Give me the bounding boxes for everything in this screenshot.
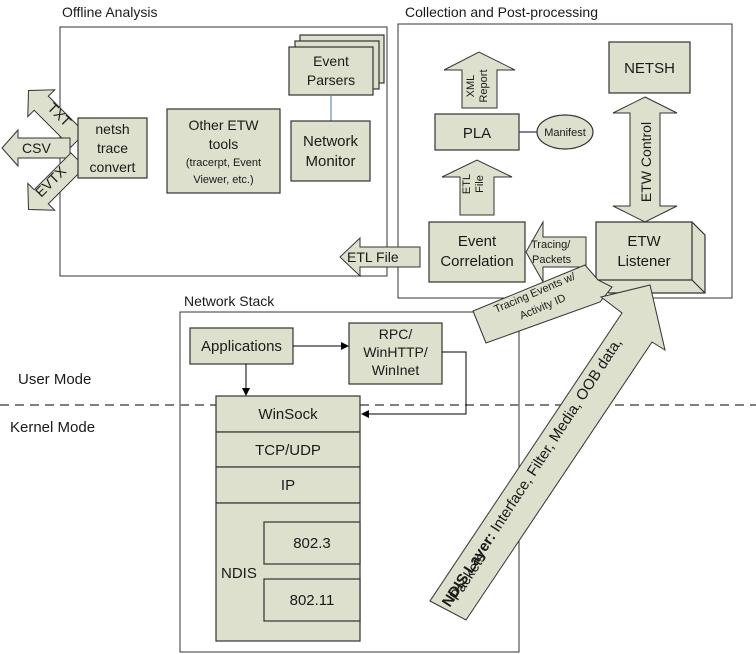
svg-text:convert: convert bbox=[90, 159, 136, 175]
xml-report-arrow: XML Report bbox=[443, 51, 516, 109]
etw-control-label: ETW Control bbox=[638, 122, 654, 202]
kernel-mode-label: Kernel Mode bbox=[10, 419, 95, 436]
svg-text:trace: trace bbox=[97, 140, 128, 156]
svg-text:Network: Network bbox=[303, 133, 359, 150]
apps-to-winsock-connector bbox=[242, 364, 250, 396]
other-etw-tools-box: Other ETW tools (tracerpt, Event Viewer,… bbox=[166, 108, 281, 194]
ndis-layer-detail-label: Interface, Filter, Media, OOB data, bbox=[485, 335, 625, 539]
svg-text:WinSock: WinSock bbox=[258, 406, 318, 423]
svg-text:File: File bbox=[474, 175, 486, 193]
svg-text:WinHTTP/: WinHTTP/ bbox=[363, 344, 428, 360]
etw-control-arrow: ETW Control bbox=[612, 96, 678, 223]
section-title-offline-analysis: Offline Analysis bbox=[62, 4, 157, 20]
svg-text:Event: Event bbox=[313, 53, 349, 69]
svg-text:802.11: 802.11 bbox=[290, 592, 335, 609]
svg-text:netsh: netsh bbox=[95, 121, 129, 137]
netsh-trace-convert-box: netsh trace convert bbox=[77, 117, 148, 179]
svg-text:Parsers: Parsers bbox=[307, 72, 355, 88]
section-title-network-stack: Network Stack bbox=[184, 293, 275, 309]
csv-label: CSV bbox=[22, 140, 51, 156]
svg-text:Tracing/: Tracing/ bbox=[531, 239, 571, 251]
network-monitor-box: Network Monitor bbox=[290, 120, 371, 182]
section-title-collection: Collection and Post-processing bbox=[405, 4, 598, 20]
manifest-ellipse: Manifest bbox=[536, 114, 594, 150]
svg-text:NETSH: NETSH bbox=[624, 60, 675, 77]
etw-network-tracing-diagram: Offline Analysis Collection and Post-pro… bbox=[0, 4, 756, 653]
etl-file-label: ETL File bbox=[347, 249, 399, 265]
svg-text:RPC/: RPC/ bbox=[379, 326, 413, 342]
ndis-layer-arrow: NDIS Layer: Interface, Filter, Media, OO… bbox=[429, 284, 666, 621]
applications-box: Applications bbox=[189, 327, 294, 365]
svg-text:Viewer, etc.): Viewer, etc.) bbox=[193, 174, 253, 186]
svg-text:tools: tools bbox=[209, 136, 239, 152]
netsh-box: NETSH bbox=[608, 41, 691, 94]
svg-text:802.3: 802.3 bbox=[293, 535, 331, 552]
etw-listener-box: ETW Listener bbox=[595, 221, 706, 294]
svg-text:WinInet: WinInet bbox=[372, 362, 420, 378]
svg-text:IP: IP bbox=[281, 477, 295, 494]
protocol-stack: WinSock TCP/UDP IP NDIS 802.3 802.11 bbox=[215, 395, 361, 642]
svg-text:XML: XML bbox=[465, 75, 477, 98]
svg-text:Correlation: Correlation bbox=[440, 253, 513, 270]
user-mode-label: User Mode bbox=[18, 371, 91, 388]
svg-text:Report: Report bbox=[478, 69, 490, 102]
svg-text:Packets: Packets bbox=[532, 254, 572, 266]
etl-file-up-arrow: ETL File bbox=[441, 159, 513, 216]
svg-text:Applications: Applications bbox=[201, 338, 282, 355]
svg-text:Listener: Listener bbox=[617, 253, 670, 270]
svg-text:Event: Event bbox=[458, 233, 497, 250]
rpc-winhttp-wininet-box: RPC/ WinHTTP/ WinInet bbox=[348, 322, 443, 385]
event-parsers-stack: Event Parsers bbox=[288, 34, 385, 96]
svg-text:Monitor: Monitor bbox=[305, 153, 355, 170]
svg-text:ETW: ETW bbox=[627, 233, 661, 250]
svg-text:TCP/UDP: TCP/UDP bbox=[255, 442, 321, 459]
etl-file-output-arrow: ETL File bbox=[339, 236, 421, 278]
svg-text:(tracerpt, Event: (tracerpt, Event bbox=[186, 157, 261, 169]
svg-text:Other ETW: Other ETW bbox=[188, 117, 259, 133]
svg-text:PLA: PLA bbox=[463, 125, 491, 142]
event-correlation-box: Event Correlation bbox=[428, 221, 526, 283]
svg-text:Manifest: Manifest bbox=[544, 127, 586, 139]
svg-text:ETL: ETL bbox=[461, 174, 473, 194]
apps-to-rpc-connector bbox=[293, 342, 349, 350]
pla-box: PLA bbox=[434, 113, 520, 151]
svg-text:NDIS: NDIS bbox=[221, 565, 257, 582]
